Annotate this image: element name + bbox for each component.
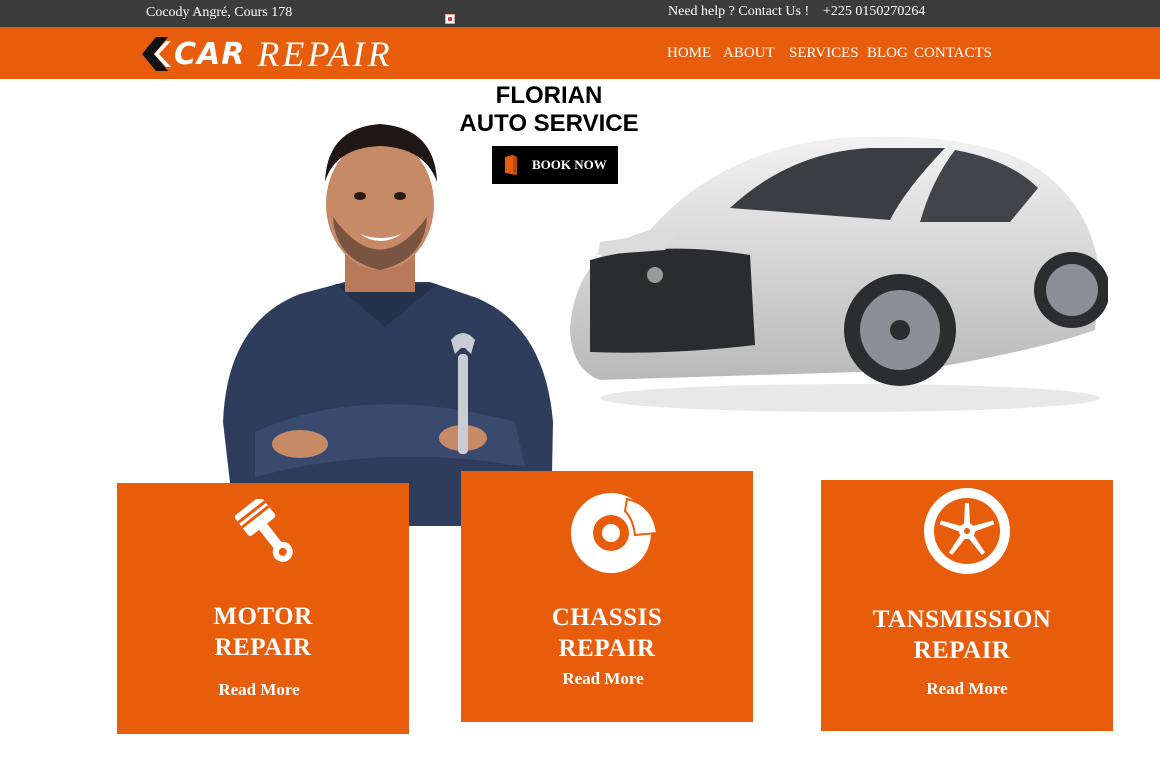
address-text: Cocody Angré, Cours 178	[146, 5, 293, 20]
read-more-link[interactable]: Read More	[113, 680, 405, 700]
car-photo	[570, 136, 1108, 412]
mechanic-photo	[223, 124, 553, 526]
service-card-motor[interactable]: MOTOR REPAIR Read More	[117, 483, 409, 734]
read-more-link[interactable]: Read More	[457, 669, 749, 689]
chevron-left-icon	[142, 37, 171, 71]
service-title: CHASSIS REPAIR	[461, 602, 753, 664]
service-title-line2: REPAIR	[214, 634, 312, 661]
service-title: MOTOR REPAIR	[117, 601, 409, 663]
logo-text-repair: REPAIR	[257, 34, 393, 74]
service-title-line2: REPAIR	[913, 637, 1011, 664]
hero-title-line1: FLORIAN	[495, 82, 603, 109]
nav-contacts[interactable]: CONTACTS	[914, 45, 992, 62]
service-title-line1: MOTOR	[213, 603, 313, 630]
nav-services[interactable]: SERVICES	[789, 45, 859, 62]
service-title-line1: TANSMISSION	[872, 606, 1052, 633]
logo-text-car: CAR	[174, 36, 246, 72]
help-contact-link[interactable]: Need help ? Contact Us !	[668, 4, 809, 20]
service-card-chassis[interactable]: CHASSIS REPAIR Read More	[461, 471, 753, 722]
brake-disc-icon	[571, 493, 659, 573]
site-logo[interactable]: CAR REPAIR	[142, 34, 393, 74]
read-more-link[interactable]: Read More	[821, 679, 1113, 699]
service-card-transmission[interactable]: TANSMISSION REPAIR Read More	[821, 480, 1113, 731]
piston-icon	[234, 499, 293, 562]
top-info-bar: Cocody Angré, Cours 178 Need help ? Cont…	[0, 0, 1160, 27]
nav-home[interactable]: HOME	[667, 45, 711, 62]
wheel-rim-icon	[924, 488, 1010, 574]
nav-blog[interactable]: BLOG	[867, 45, 908, 62]
nav-about[interactable]: ABOUT	[723, 45, 775, 62]
broken-image-icon	[445, 14, 455, 24]
service-title-line1: CHASSIS	[551, 604, 663, 631]
service-title: TANSMISSION REPAIR	[816, 604, 1108, 666]
service-title-line2: REPAIR	[558, 635, 656, 662]
main-navbar: CAR REPAIR HOME ABOUT SERVICES BLOG CONT…	[0, 27, 1160, 79]
phone-number[interactable]: +225 0150270264	[823, 4, 925, 20]
